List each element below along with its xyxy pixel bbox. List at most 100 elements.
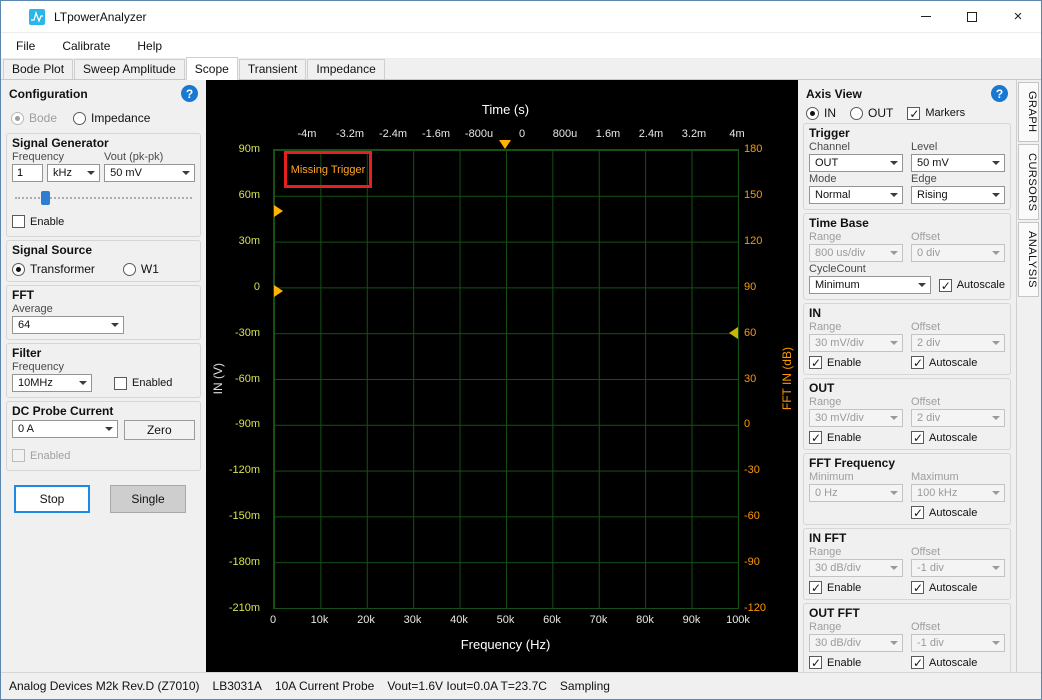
title-bar: LTpowerAnalyzer ×	[1, 1, 1041, 33]
frequency-unit-select[interactable]: kHz	[47, 164, 100, 182]
signal-source-radios: Transformer W1	[12, 262, 195, 276]
generator-enable-checkbox[interactable]: Enable	[12, 215, 64, 228]
w1-radio-label: W1	[141, 262, 159, 276]
slider-thumb[interactable]	[41, 191, 50, 205]
frequency-label: Frequency	[12, 151, 104, 163]
tab-scope[interactable]: Scope	[186, 57, 238, 80]
maximize-button[interactable]	[949, 1, 995, 32]
impedance-radio[interactable]: Impedance	[73, 111, 150, 125]
filter-title: Filter	[12, 346, 195, 360]
in-enable-checkbox[interactable]: Enable	[809, 356, 903, 369]
amplitude-slider[interactable]	[15, 190, 192, 206]
help-icon[interactable]: ?	[991, 85, 1008, 102]
main-area: Configuration ? Bode Impedance Signal Ge…	[1, 80, 1041, 672]
trigger-level-combo[interactable]: 50 mV	[911, 154, 1005, 172]
trigger-channel-select[interactable]: OUT	[809, 154, 903, 172]
dc-probe-controls: 0 A Zero	[12, 420, 195, 440]
frequency-axis-ticks: 0 10k 20k 30k 40k 50k 60k 70k 80k 90k 10…	[273, 614, 738, 627]
plot-grid	[273, 149, 739, 609]
side-tab-cursors[interactable]: CURSORS	[1018, 144, 1039, 221]
tick-label: 0	[519, 128, 525, 140]
filter-frequency-select[interactable]: 10MHz	[12, 374, 92, 392]
in-fft-range-label: Range	[809, 546, 903, 558]
trigger-title: Trigger	[809, 126, 1005, 140]
bode-radio[interactable]: Bode	[11, 111, 57, 125]
tab-sweep-amplitude[interactable]: Sweep Amplitude	[74, 59, 185, 79]
trigger-channel-label: Channel	[809, 141, 903, 153]
cycle-count-select[interactable]: Minimum	[809, 276, 931, 294]
trigger-edge-select[interactable]: Rising	[911, 186, 1005, 204]
in-fft-offset-label: Offset	[911, 546, 1005, 558]
in-fft-autoscale-checkbox[interactable]: Autoscale	[911, 581, 1005, 594]
menu-file[interactable]: File	[16, 39, 35, 53]
in-zero-marker-icon[interactable]	[274, 285, 283, 297]
tick-label: 80k	[636, 614, 654, 626]
w1-radio[interactable]: W1	[123, 262, 159, 276]
menu-calibrate[interactable]: Calibrate	[62, 39, 110, 53]
vout-select[interactable]: 50 mV	[104, 164, 195, 182]
help-icon[interactable]: ?	[181, 85, 198, 102]
checkbox-box	[911, 356, 924, 369]
tick-label: 120	[744, 235, 762, 247]
menu-help[interactable]: Help	[137, 39, 162, 53]
tab-impedance[interactable]: Impedance	[307, 59, 384, 79]
tick-label: 3.2m	[682, 128, 706, 140]
out-fft-enable-checkbox[interactable]: Enable	[809, 656, 903, 669]
axis-out-radio[interactable]: OUT	[850, 106, 893, 120]
fft-level-marker-icon[interactable]	[729, 327, 738, 339]
markers-checkbox[interactable]: Markers	[907, 107, 965, 120]
fft-frequency-autoscale-checkbox[interactable]: Autoscale	[911, 506, 1005, 519]
out-channel-group: OUT Range Offset 30 mV/div 2 div	[803, 378, 1011, 450]
in-fft-enable-checkbox[interactable]: Enable	[809, 581, 903, 594]
time-base-range-select: 800 us/div	[809, 244, 903, 262]
fft-average-select[interactable]: 64	[12, 316, 124, 334]
out-range-select: 30 mV/div	[809, 409, 903, 427]
tick-label: -90m	[235, 418, 260, 430]
tick-label: 90	[744, 281, 756, 293]
axis-view-header: Axis View ?	[806, 85, 1008, 102]
close-button[interactable]: ×	[995, 1, 1041, 32]
signal-generator-title: Signal Generator	[12, 136, 195, 150]
fft-maximum-label: Maximum	[911, 471, 1005, 483]
in-autoscale-checkbox[interactable]: Autoscale	[911, 356, 1005, 369]
frequency-input[interactable]	[12, 164, 43, 182]
tick-label: 1.6m	[596, 128, 620, 140]
out-fft-group: OUT FFT Range Offset 30 dB/div -1 div	[803, 603, 1011, 675]
minimize-button[interactable]	[903, 1, 949, 32]
tab-transient[interactable]: Transient	[239, 59, 307, 79]
zero-button[interactable]: Zero	[124, 420, 195, 440]
axis-in-radio[interactable]: IN	[806, 106, 836, 120]
out-range-label: Range	[809, 396, 903, 408]
tick-label: 150	[744, 189, 762, 201]
fft-axis-title-wrap: FFT IN (dB)	[780, 149, 794, 608]
time-base-autoscale-checkbox[interactable]: Autoscale	[939, 276, 1005, 294]
tick-label: 30m	[239, 235, 260, 247]
in-range-select: 30 mV/div	[809, 334, 903, 352]
selected-value: 2 div	[917, 412, 940, 424]
in-fft-title: IN FFT	[809, 531, 1005, 545]
tab-bode-plot[interactable]: Bode Plot	[3, 59, 73, 79]
out-autoscale-checkbox[interactable]: Autoscale	[911, 431, 1005, 444]
side-tab-graph[interactable]: GRAPH	[1018, 82, 1039, 142]
tick-label: 50k	[497, 614, 515, 626]
checkbox-box	[114, 377, 127, 390]
side-tab-analysis[interactable]: ANALYSIS	[1018, 222, 1039, 297]
out-fft-autoscale-checkbox[interactable]: Autoscale	[911, 656, 1005, 669]
axis-view-controls: IN OUT Markers	[806, 106, 1008, 120]
configuration-title: Configuration	[9, 87, 88, 101]
generator-enable-label: Enable	[30, 216, 64, 228]
transformer-radio[interactable]: Transformer	[12, 262, 95, 276]
out-fft-offset-select: -1 div	[911, 634, 1005, 652]
dc-current-select[interactable]: 0 A	[12, 420, 118, 438]
tick-label: -120	[744, 602, 766, 614]
stop-button[interactable]: Stop	[14, 485, 90, 513]
out-enable-checkbox[interactable]: Enable	[809, 431, 903, 444]
trigger-mode-select[interactable]: Normal	[809, 186, 903, 204]
tab-bar: Bode Plot Sweep Amplitude Scope Transien…	[1, 59, 1041, 80]
in-range-label: Range	[809, 321, 903, 333]
trigger-time-marker-icon[interactable]	[499, 140, 511, 149]
axis-view-title: Axis View	[806, 87, 862, 101]
filter-enabled-checkbox[interactable]: Enabled	[114, 377, 172, 390]
trigger-level-marker-icon[interactable]	[274, 205, 283, 217]
single-button[interactable]: Single	[110, 485, 186, 513]
